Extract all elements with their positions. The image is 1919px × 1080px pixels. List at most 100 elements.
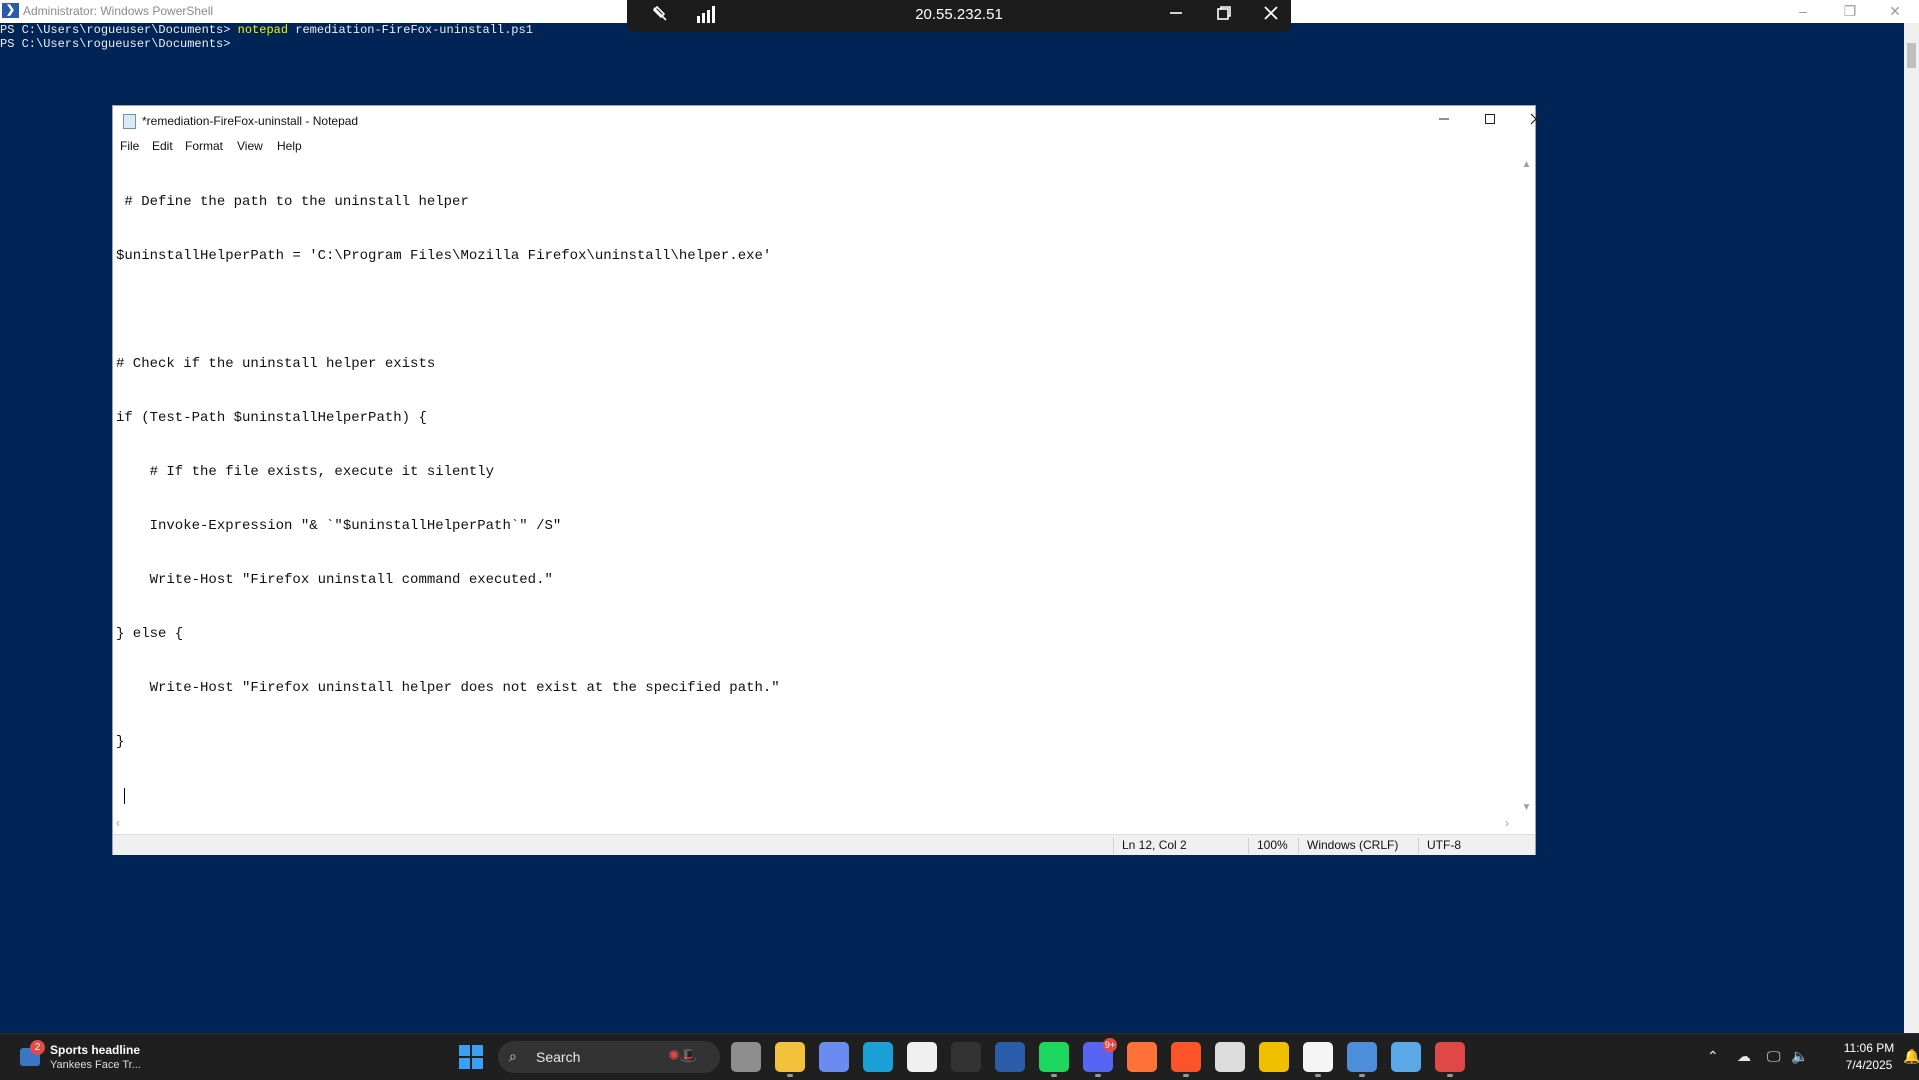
powershell-close-button[interactable]: ✕	[1875, 2, 1915, 20]
task-view-icon[interactable]	[731, 1042, 761, 1072]
tools-icon[interactable]	[1259, 1042, 1289, 1072]
clock-time: 11:06 PM	[1843, 1041, 1895, 1055]
notepad-titlebar[interactable]: *remediation-FireFox-uninstall - Notepad	[113, 106, 1542, 136]
console-prompt: PS C:\Users\rogueuser\Documents>	[0, 37, 231, 51]
code-line-cursor	[116, 787, 1516, 805]
code-line: } else {	[116, 626, 184, 642]
scroll-left-arrow-icon[interactable]: ‹	[116, 816, 120, 830]
start-button[interactable]	[459, 1045, 483, 1069]
running-indicator	[1095, 1074, 1101, 1077]
powershell-scrollbar[interactable]	[1904, 23, 1919, 1033]
running-indicator	[1447, 1074, 1453, 1077]
rdp-connection-bar[interactable]: 20.55.232.51	[627, 0, 1291, 32]
powershell-minimize-button[interactable]: –	[1783, 2, 1823, 20]
taskbar-clock[interactable]: 11:06 PM 7/4/2025	[1834, 1040, 1904, 1074]
notepad-icon[interactable]	[1391, 1042, 1421, 1072]
notion-icon[interactable]	[1303, 1042, 1333, 1077]
taskbar: 2 Sports headline Yankees Face Tr... ⌕ S…	[0, 1033, 1919, 1080]
notepad-window-title: *remediation-FireFox-uninstall - Notepad	[142, 114, 359, 128]
news-widget-subtitle: Yankees Face Tr...	[50, 1059, 141, 1071]
clock-date: 7/4/2025	[1845, 1058, 1893, 1072]
snipping-tool-icon[interactable]	[1435, 1042, 1465, 1077]
notepad-text-editor[interactable]: # Define the path to the uninstall helpe…	[116, 157, 1516, 815]
taskbar-search-box[interactable]: ⌕ Search ✺🎩	[498, 1041, 720, 1073]
rdp-minimize-button[interactable]	[1164, 4, 1188, 28]
news-widget[interactable]: 2 Sports headline Yankees Face Tr...	[16, 1040, 156, 1074]
remote-desktop-icon[interactable]	[1347, 1042, 1377, 1077]
code-line: # If the file exists, execute it silentl…	[116, 464, 495, 480]
spotify-icon[interactable]	[1039, 1042, 1069, 1077]
code-line: Write-Host "Firefox uninstall helper doe…	[116, 680, 780, 696]
status-line-ending: Windows (CRLF)	[1298, 838, 1419, 854]
console-command: notepad	[237, 23, 289, 37]
code-line: # Check if the uninstall helper exists	[116, 356, 436, 372]
console-args: remediation-FireFox-uninstall.ps1	[288, 23, 533, 37]
edge-icon[interactable]	[863, 1042, 893, 1072]
running-indicator	[1183, 1074, 1189, 1077]
terminal-icon[interactable]	[951, 1042, 981, 1072]
volume-icon[interactable]: 🔈	[1791, 1048, 1808, 1065]
windows-logo-icon	[472, 1045, 483, 1056]
chevron-up-icon[interactable]: ⌃	[1707, 1048, 1719, 1065]
scroll-up-arrow-icon[interactable]: ▲	[1518, 159, 1535, 170]
news-widget-badge: 2	[30, 1040, 45, 1055]
search-label: Search	[536, 1049, 581, 1065]
rdp-restore-button[interactable]	[1212, 4, 1236, 28]
brave-icon[interactable]	[1171, 1042, 1201, 1077]
notepad-maximize-button[interactable]	[1467, 106, 1513, 136]
notepad-horizontal-scrollbar[interactable]: ‹ ›	[113, 815, 1519, 832]
notification-bell-icon[interactable]: 🔔	[1903, 1048, 1919, 1065]
code-line: }	[116, 734, 125, 750]
menu-help[interactable]: Help	[277, 139, 302, 153]
code-line: Write-Host "Firefox uninstall command ex…	[116, 572, 553, 588]
windows-logo-icon	[472, 1058, 483, 1069]
powershell-restore-button[interactable]: ❐	[1830, 2, 1870, 20]
running-indicator	[787, 1074, 793, 1077]
discord-icon[interactable]: 9+	[1083, 1038, 1117, 1077]
onedrive-icon[interactable]: ☁	[1737, 1048, 1751, 1065]
notepad-close-button[interactable]	[1513, 106, 1559, 136]
powershell-icon[interactable]	[995, 1042, 1025, 1072]
status-cursor-position: Ln 12, Col 2	[1113, 838, 1246, 854]
status-encoding: UTF-8	[1418, 838, 1507, 854]
rdp-close-button[interactable]	[1259, 4, 1283, 28]
file-explorer-icon[interactable]	[775, 1042, 805, 1077]
code-line: Invoke-Expression "& `"$uninstallHelperP…	[116, 518, 562, 534]
menu-file[interactable]: File	[120, 139, 139, 153]
powershell-window-title: Administrator: Windows PowerShell	[23, 4, 214, 18]
clock-app-icon[interactable]	[1215, 1042, 1245, 1072]
menu-view[interactable]: View	[237, 139, 263, 153]
console-line: PS C:\Users\rogueuser\Documents>	[0, 37, 1904, 51]
notepad-app-icon	[123, 114, 136, 129]
windows-logo-icon	[459, 1058, 470, 1069]
scroll-right-arrow-icon[interactable]: ›	[1505, 816, 1509, 830]
running-indicator	[1051, 1074, 1057, 1077]
notepad-vertical-scrollbar[interactable]: ▲ ▼	[1518, 157, 1535, 815]
search-highlight-icon: ✺🎩	[668, 1047, 698, 1063]
store-icon[interactable]	[907, 1042, 937, 1072]
status-zoom: 100%	[1248, 838, 1299, 854]
running-indicator	[1315, 1074, 1321, 1077]
search-icon: ⌕	[509, 1048, 517, 1064]
network-icon[interactable]: 🖵	[1767, 1048, 1781, 1065]
code-line: # Define the path to the uninstall helpe…	[116, 194, 469, 210]
menu-edit[interactable]: Edit	[152, 139, 173, 153]
windows-logo-icon	[459, 1045, 470, 1056]
scroll-down-arrow-icon[interactable]: ▼	[1518, 802, 1535, 813]
code-line: if (Test-Path $uninstallHelperPath) {	[116, 410, 427, 426]
menu-format[interactable]: Format	[185, 139, 223, 153]
notepad-menubar: File Edit Format View Help	[113, 136, 1535, 156]
notepad-minimize-button[interactable]	[1421, 106, 1467, 136]
code-line: $uninstallHelperPath = 'C:\Program Files…	[116, 248, 772, 264]
discord-badge: 9+	[1103, 1038, 1117, 1052]
console-prompt: PS C:\Users\rogueuser\Documents>	[0, 23, 238, 37]
copilot-icon[interactable]	[819, 1042, 849, 1072]
scrollbar-thumb[interactable]	[1907, 43, 1916, 68]
firefox-icon[interactable]	[1127, 1042, 1157, 1072]
rdp-host-address: 20.55.232.51	[915, 6, 1003, 23]
notepad-status-bar: Ln 12, Col 2 100% Windows (CRLF) UTF-8	[113, 834, 1535, 855]
notepad-window[interactable]: *remediation-FireFox-uninstall - Notepad…	[112, 105, 1542, 855]
powershell-icon: ❯	[2, 3, 19, 18]
